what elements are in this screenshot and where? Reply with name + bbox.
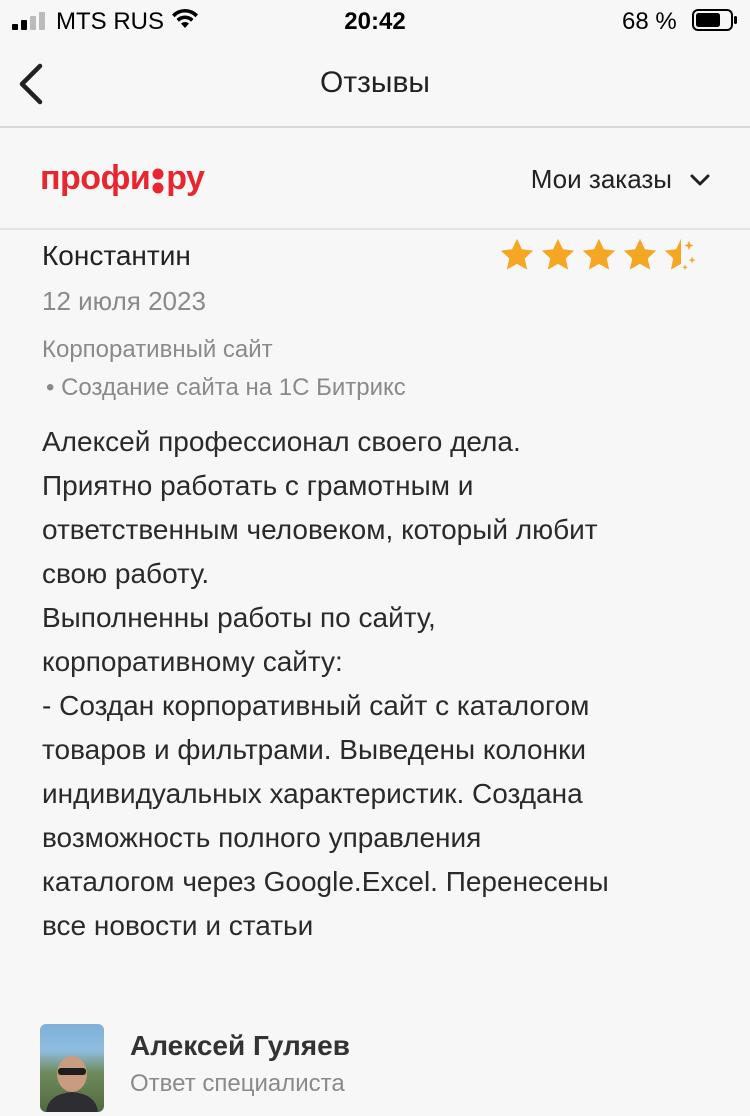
- battery-percentage: 68 %: [622, 8, 677, 35]
- my-orders-dropdown[interactable]: Мои заказы: [531, 164, 710, 195]
- star-icon: [500, 238, 534, 270]
- status-bar: MTS RUS 20:42 68 %: [0, 0, 750, 42]
- star-icon: [582, 238, 616, 270]
- half-star-sparkle-icon: [664, 238, 696, 271]
- battery-icon: [692, 9, 737, 31]
- service-subcategory: • Создание сайта на 1С Битрикс: [46, 374, 406, 401]
- review-text: Алексей профессионал своего дела. Приятн…: [42, 426, 609, 941]
- brand-header: профи ру Мои заказы: [0, 130, 750, 230]
- review-card: Константин 12 июля 2023 Корпоративный са…: [42, 236, 722, 941]
- star-icon: [541, 238, 575, 270]
- profi-logo[interactable]: профи ру: [40, 159, 205, 197]
- star-icon: [623, 238, 657, 270]
- avatar: [40, 1024, 104, 1112]
- my-orders-label: Мои заказы: [530, 164, 672, 194]
- logo-text: профи ру: [40, 159, 205, 197]
- service-category: Корпоративный сайт: [42, 336, 273, 363]
- navigation-bar: Отзывы: [0, 42, 750, 128]
- specialist-role: Ответ специалиста: [130, 1070, 345, 1097]
- rating-stars: [498, 236, 700, 276]
- review-date: 12 июля 2023: [42, 286, 206, 316]
- specialist-answer[interactable]: Алексей Гуляев Ответ специалиста: [40, 1024, 720, 1116]
- page-title: Отзывы: [320, 66, 430, 99]
- chevron-down-icon: [690, 174, 710, 185]
- specialist-name: Алексей Гуляев: [130, 1030, 350, 1061]
